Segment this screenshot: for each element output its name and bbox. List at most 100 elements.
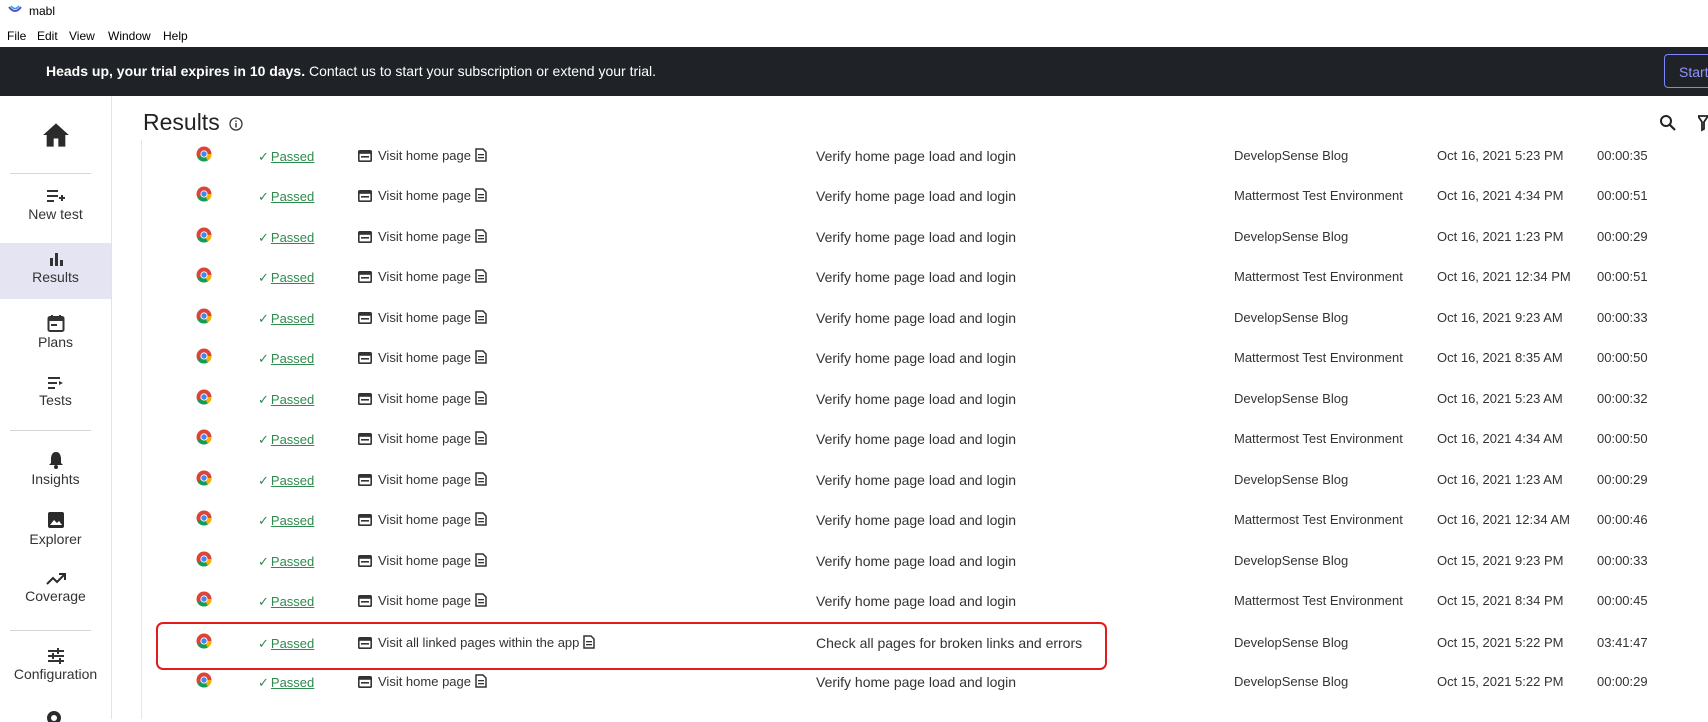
table-row[interactable]: ✓ Passed Visit home page Verify home page l…: [156, 339, 1708, 379]
run-date: Oct 15, 2021 5:22 PM: [1437, 635, 1564, 650]
plan-name[interactable]: Verify home page load and login: [816, 310, 1016, 326]
table-row[interactable]: ✓ Passed Visit home page Verify home page l…: [156, 461, 1708, 501]
plan-name[interactable]: Verify home page load and login: [816, 229, 1016, 245]
sidebar-item-explorer[interactable]: Explorer: [0, 511, 111, 555]
plan-name[interactable]: Verify home page load and login: [816, 431, 1016, 447]
document-icon[interactable]: [475, 188, 487, 205]
table-row[interactable]: ✓ Passed Visit home page Verify home page l…: [156, 501, 1708, 541]
plan-name[interactable]: Verify home page load and login: [816, 512, 1016, 528]
document-icon[interactable]: [475, 229, 487, 246]
status-link[interactable]: Passed: [271, 636, 314, 651]
test-name[interactable]: Visit home page: [378, 229, 471, 244]
test-name[interactable]: Visit home page: [378, 593, 471, 608]
table-row[interactable]: ✓ Passed Visit home page Verify home page l…: [156, 380, 1708, 420]
test-icon: [358, 555, 372, 570]
status-link[interactable]: Passed: [271, 513, 314, 528]
status-link[interactable]: Passed: [271, 149, 314, 164]
status-link[interactable]: Passed: [271, 554, 314, 569]
document-icon[interactable]: [475, 391, 487, 408]
menu-file[interactable]: File: [7, 29, 26, 43]
status-link[interactable]: Passed: [271, 270, 314, 285]
sidebar-divider: [10, 630, 91, 631]
status-link[interactable]: Passed: [271, 230, 314, 245]
sidebar-item-home[interactable]: [0, 122, 111, 156]
status-link[interactable]: Passed: [271, 392, 314, 407]
test-name[interactable]: Visit home page: [378, 391, 471, 406]
plan-name[interactable]: Verify home page load and login: [816, 188, 1016, 204]
sidebar-item-insights[interactable]: Insights: [0, 451, 111, 495]
test-name[interactable]: Visit home page: [378, 188, 471, 203]
sidebar-item-plans[interactable]: Plans: [0, 314, 111, 358]
plan-name[interactable]: Verify home page load and login: [816, 269, 1016, 285]
document-icon[interactable]: [475, 472, 487, 489]
bar-chart-icon: [49, 253, 63, 266]
status-link[interactable]: Passed: [271, 432, 314, 447]
test-name[interactable]: Visit home page: [378, 350, 471, 365]
sidebar-item-new-test[interactable]: New test: [0, 188, 111, 232]
search-icon[interactable]: [1659, 114, 1677, 132]
test-name[interactable]: Visit home page: [378, 674, 471, 689]
table-row[interactable]: ✓ Passed Visit home page Verify home page l…: [156, 218, 1708, 258]
status-link[interactable]: Passed: [271, 473, 314, 488]
start-subscription-button[interactable]: Start: [1664, 54, 1708, 88]
table-row[interactable]: ✓ Passed Visit home page Verify home page l…: [156, 258, 1708, 298]
test-name[interactable]: Visit home page: [378, 431, 471, 446]
status-cell: ✓ Passed: [258, 310, 314, 327]
run-duration: 00:00:32: [1597, 391, 1648, 406]
plan-name[interactable]: Verify home page load and login: [816, 391, 1016, 407]
plan-name[interactable]: Verify home page load and login: [816, 553, 1016, 569]
table-row[interactable]: ✓ Passed Visit home page Verify home page l…: [156, 542, 1708, 582]
document-icon[interactable]: [475, 148, 487, 165]
info-icon[interactable]: [229, 117, 243, 131]
menu-window[interactable]: Window: [108, 29, 151, 43]
table-row[interactable]: ✓ Passed Visit home page Verify home page l…: [156, 663, 1708, 703]
document-icon[interactable]: [475, 674, 487, 691]
status-link[interactable]: Passed: [271, 311, 314, 326]
test-name[interactable]: Visit home page: [378, 310, 471, 325]
menu-help[interactable]: Help: [163, 29, 188, 43]
plan-name[interactable]: Check all pages for broken links and err…: [816, 635, 1082, 651]
status-link[interactable]: Passed: [271, 351, 314, 366]
document-icon[interactable]: [475, 310, 487, 327]
test-name[interactable]: Visit all linked pages within the app: [378, 635, 579, 650]
chrome-icon: [196, 227, 212, 246]
status-link[interactable]: Passed: [271, 675, 314, 690]
environment-name: DevelopSense Blog: [1234, 148, 1349, 163]
table-row[interactable]: ✓ Passed Visit home page Verify home page l…: [156, 299, 1708, 339]
document-icon[interactable]: [583, 635, 596, 652]
table-row[interactable]: ✓ Passed Visit home page Verify home page l…: [156, 177, 1708, 217]
table-row[interactable]: ✓ Passed Visit home page Verify home page l…: [156, 582, 1708, 622]
settings-gear-icon[interactable]: [44, 708, 64, 722]
document-icon[interactable]: [475, 553, 487, 570]
menu-edit[interactable]: Edit: [37, 29, 58, 43]
sidebar-item-tests[interactable]: Tests: [0, 376, 111, 420]
document-icon[interactable]: [475, 512, 487, 529]
plan-name[interactable]: Verify home page load and login: [816, 472, 1016, 488]
test-name[interactable]: Visit home page: [378, 553, 471, 568]
menu-view[interactable]: View: [69, 29, 95, 43]
test-name[interactable]: Visit home page: [378, 512, 471, 527]
document-icon[interactable]: [475, 431, 487, 448]
status-link[interactable]: Passed: [271, 189, 314, 204]
test-name[interactable]: Visit home page: [378, 148, 471, 163]
document-icon[interactable]: [475, 593, 487, 610]
plan-name[interactable]: Verify home page load and login: [816, 593, 1016, 609]
plan-name[interactable]: Verify home page load and login: [816, 350, 1016, 366]
status-link[interactable]: Passed: [271, 594, 314, 609]
test-name[interactable]: Visit home page: [378, 472, 471, 487]
plan-name[interactable]: Verify home page load and login: [816, 148, 1016, 164]
test-name[interactable]: Visit home page: [378, 269, 471, 284]
plan-name[interactable]: Verify home page load and login: [816, 674, 1016, 690]
table-row[interactable]: ✓ Passed Visit home page Verify home page l…: [156, 137, 1708, 177]
check-icon: ✓: [258, 149, 269, 164]
table-row[interactable]: ✓ Passed Visit all linked pages within the…: [156, 624, 1708, 664]
test-icon: [358, 190, 372, 205]
table-row[interactable]: ✓ Passed Visit home page Verify home page l…: [156, 420, 1708, 460]
sidebar-item-results[interactable]: Results: [0, 243, 111, 299]
document-icon[interactable]: [475, 350, 487, 367]
document-icon[interactable]: [475, 269, 487, 286]
sidebar-item-coverage[interactable]: Coverage: [0, 572, 111, 616]
environment-name: Mattermost Test Environment: [1234, 188, 1403, 203]
filter-icon[interactable]: [1698, 114, 1708, 132]
sidebar-item-configuration[interactable]: Configuration: [0, 648, 111, 692]
